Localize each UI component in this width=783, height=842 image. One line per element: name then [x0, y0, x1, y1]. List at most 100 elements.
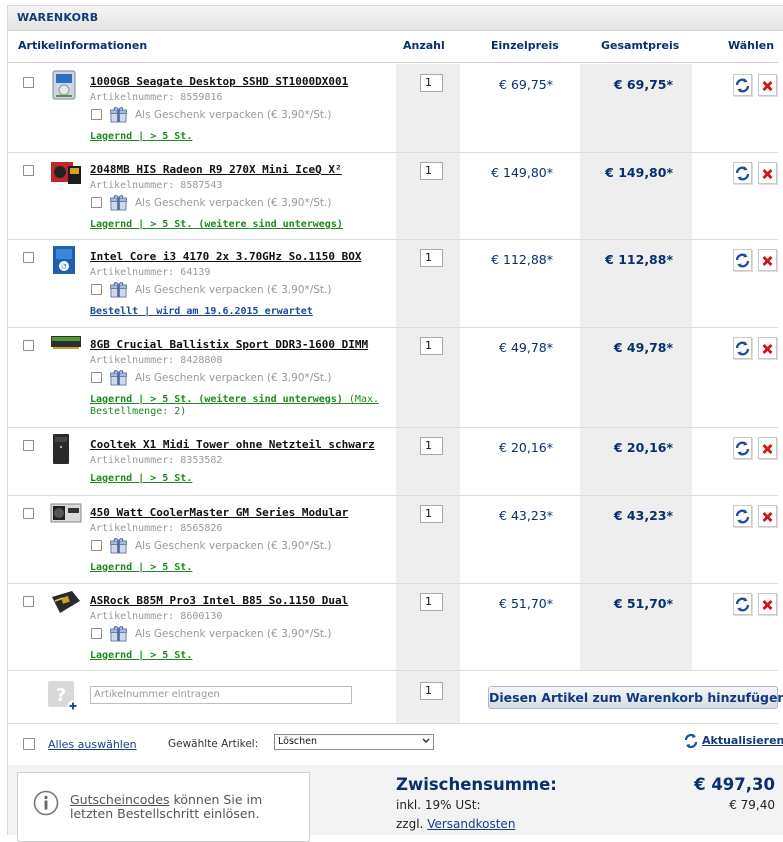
stock-status[interactable]: Lagernd | > 5 St. (weitere sind unterweg…: [90, 219, 343, 230]
item-select-checkbox[interactable]: [23, 77, 34, 88]
select-all-link[interactable]: Alles auswählen: [48, 738, 137, 751]
row-divider: [8, 327, 778, 328]
article-number: Artikelnummer: 8565826: [90, 523, 223, 534]
shipping-line: zzgl. Versandkosten: [396, 817, 515, 831]
quantity-input[interactable]: 1: [420, 505, 443, 523]
shipping-costs-link[interactable]: Versandkosten: [427, 817, 515, 831]
delete-item-button[interactable]: [758, 593, 777, 615]
stock-status[interactable]: Lagernd | > 5 St.: [90, 562, 192, 573]
selected-action-select[interactable]: Löschen: [274, 734, 434, 750]
delete-item-button[interactable]: [758, 162, 777, 184]
product-name-link[interactable]: Intel Core i3 4170 2x 3.70GHz So.1150 BO…: [90, 250, 362, 263]
product-name-link[interactable]: Cooltek X1 Midi Tower ohne Netzteil schw…: [90, 438, 375, 451]
gift-wrap-checkbox[interactable]: [91, 109, 102, 120]
stock-status[interactable]: Lagernd | > 5 St.: [90, 650, 192, 661]
unit-price: € 20,16*: [499, 440, 553, 455]
quantity-input[interactable]: 1: [420, 437, 443, 455]
gift-wrap-checkbox[interactable]: [91, 372, 102, 383]
item-select-checkbox[interactable]: [23, 508, 34, 519]
quantity-input[interactable]: 1: [420, 162, 443, 180]
quantity-input[interactable]: 1: [420, 593, 443, 611]
refresh-item-button[interactable]: [733, 249, 752, 271]
product-name-link[interactable]: 2048MB HIS Radeon R9 270X Mini IceQ X²: [90, 163, 342, 176]
refresh-item-button[interactable]: [733, 505, 752, 527]
article-number: Artikelnummer: 8353582: [90, 455, 223, 466]
article-number: Artikelnummer: 8559816: [90, 92, 223, 103]
cart-titlebar: WARENKORB: [8, 6, 783, 31]
item-select-checkbox[interactable]: [23, 340, 34, 351]
stock-status[interactable]: Lagernd | > 5 St.: [90, 131, 192, 142]
coupon-text-2: letzten Bestellschritt einlösen.: [70, 806, 260, 821]
item-select-checkbox[interactable]: [23, 165, 34, 176]
gift-icon: [110, 106, 127, 123]
stock-status[interactable]: Lagernd | > 5 St.: [90, 473, 192, 484]
stock-status[interactable]: Lagernd | > 5 St. (weitere sind unterweg…: [90, 394, 379, 405]
col-header-select: Wählen: [728, 39, 775, 52]
article-number: Artikelnummer: 8600130: [90, 611, 223, 622]
article-number-input[interactable]: Artikelnummer eintragen: [90, 686, 352, 704]
total-price: € 20,16*: [613, 440, 673, 455]
gift-icon: [110, 281, 127, 298]
chevron-down-icon: [422, 738, 430, 744]
product-name-link[interactable]: 8GB Crucial Ballistix Sport DDR3-1600 DI…: [90, 338, 368, 351]
vat-value: € 79,40: [729, 798, 775, 812]
coupon-notice: Gutscheincodes können Sie im letzten Bes…: [17, 772, 310, 842]
item-select-checkbox[interactable]: [23, 440, 34, 451]
stock-status-text: Lagernd | > 5 St. (weitere sind unterweg…: [90, 219, 343, 230]
gift-wrap-checkbox[interactable]: [91, 284, 102, 295]
total-price: € 69,75*: [613, 77, 673, 92]
header-divider: [8, 62, 778, 63]
quantity-input[interactable]: 1: [420, 74, 443, 92]
product-name-link[interactable]: 1000GB Seagate Desktop SSHD ST1000DX001: [90, 75, 348, 88]
delete-item-button[interactable]: [758, 437, 777, 459]
article-number: Artikelnummer: 8428808: [90, 355, 223, 366]
unit-price: € 51,70*: [499, 596, 553, 611]
stock-status-text: Lagernd | > 5 St.: [90, 562, 193, 573]
delete-item-button[interactable]: [758, 249, 777, 271]
stock-status-text: Lagernd | > 5 St.: [90, 473, 193, 484]
ram-module-icon: [50, 333, 81, 361]
article-number: Artikelnummer: 64139: [90, 267, 211, 278]
selected-items-label: Gewählte Artikel:: [168, 738, 259, 750]
quantity-input[interactable]: 1: [420, 337, 443, 355]
subtotal-value: € 497,30: [694, 775, 775, 794]
row-divider: [8, 670, 778, 671]
stock-status[interactable]: Bestellt | wird am 19.6.2015 erwartet: [90, 306, 313, 317]
unit-price: € 49,78*: [499, 340, 553, 355]
delete-item-button[interactable]: [758, 505, 777, 527]
add-to-cart-button[interactable]: Diesen Artikel zum Warenkorb hinzufügen: [488, 686, 783, 709]
gift-wrap-label: Als Geschenk verpacken (€ 3,90*/St.): [135, 540, 332, 552]
product-name-link[interactable]: 450 Watt CoolerMaster GM Series Modular: [90, 506, 348, 519]
gift-wrap-checkbox[interactable]: [91, 197, 102, 208]
gift-wrap-checkbox[interactable]: [91, 540, 102, 551]
refresh-item-button[interactable]: [733, 162, 752, 184]
total-price: € 112,88*: [605, 252, 673, 267]
shipping-prefix: zzgl.: [396, 817, 428, 831]
row-divider: [8, 495, 778, 496]
gift-wrap-label: Als Geschenk verpacken (€ 3,90*/St.): [135, 197, 332, 209]
row-divider: [8, 239, 778, 240]
select-all-checkbox[interactable]: [23, 738, 35, 750]
svg-text:?: ?: [56, 685, 66, 706]
unit-price: € 43,23*: [499, 508, 553, 523]
delete-item-button[interactable]: [758, 74, 777, 96]
item-select-checkbox[interactable]: [23, 596, 34, 607]
refresh-item-button[interactable]: [733, 593, 752, 615]
coupon-codes-link[interactable]: Gutscheincodes: [70, 792, 170, 807]
stock-status-text: Lagernd | > 5 St.: [90, 650, 193, 661]
total-price: € 149,80*: [605, 165, 673, 180]
refresh-item-button[interactable]: [733, 337, 752, 359]
product-name-link[interactable]: ASRock B85M Pro3 Intel B85 So.1150 Dual: [90, 594, 348, 607]
stock-status-text: Lagernd | > 5 St.: [90, 131, 193, 142]
subtotal-label: Zwischensumme:: [396, 775, 557, 794]
add-quantity-input[interactable]: 1: [420, 682, 443, 700]
delete-item-button[interactable]: [758, 337, 777, 359]
power-supply-icon: [50, 501, 82, 529]
refresh-item-button[interactable]: [733, 437, 752, 459]
unit-price: € 112,88*: [491, 252, 553, 267]
refresh-item-button[interactable]: [733, 74, 752, 96]
graphics-card-icon: [50, 158, 81, 186]
gift-wrap-checkbox[interactable]: [91, 628, 102, 639]
quantity-input[interactable]: 1: [420, 249, 443, 267]
item-select-checkbox[interactable]: [23, 252, 34, 263]
